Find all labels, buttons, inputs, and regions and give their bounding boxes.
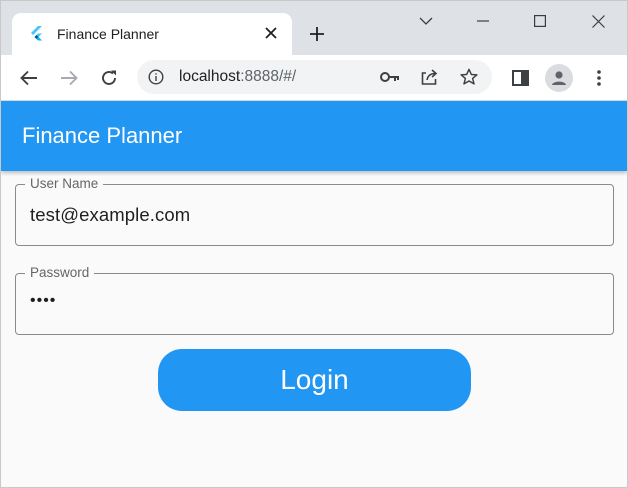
key-icon[interactable] [379,66,401,88]
share-icon[interactable] [418,66,440,88]
person-icon[interactable] [545,64,573,92]
username-value: test@example.com [30,204,191,225]
tab-finance-planner[interactable]: Finance Planner [12,13,292,55]
info-icon[interactable] [147,68,165,86]
url-text: localhost:8888/#/ [179,68,296,86]
username-field[interactable]: User Name test@example.com [15,176,614,246]
side-panel-icon[interactable] [506,64,534,92]
reload-icon[interactable] [95,64,123,92]
browser-toolbar: localhost:8888/#/ [1,55,627,101]
maximize-icon[interactable] [525,7,555,35]
plus-icon[interactable] [304,21,330,47]
flutter-logo-icon [30,26,44,42]
app-bar: Finance Planner [1,101,627,171]
password-field[interactable]: Password •••• [15,265,614,335]
close-window-icon[interactable] [583,7,613,35]
password-value: •••• [30,292,57,309]
password-label: Password [25,265,95,280]
tab-title: Finance Planner [57,26,159,42]
arrow-left-icon[interactable] [15,64,43,92]
address-bar[interactable]: localhost:8888/#/ [137,60,492,94]
close-icon[interactable] [262,24,280,42]
browser-window: Finance Planner localhost:8888/#/ Financ… [0,0,628,488]
kebab-menu-icon[interactable] [585,64,613,92]
page-title: Finance Planner [22,123,183,148]
chevron-down-icon[interactable] [411,7,441,35]
minimize-icon[interactable] [468,7,498,35]
star-icon[interactable] [458,66,480,88]
url-path: :8888/#/ [240,68,297,85]
tab-strip: Finance Planner [1,1,627,55]
url-host: localhost [179,68,241,85]
login-button[interactable]: Login [158,349,471,411]
arrow-right-icon[interactable] [55,64,83,92]
username-label: User Name [25,176,104,191]
